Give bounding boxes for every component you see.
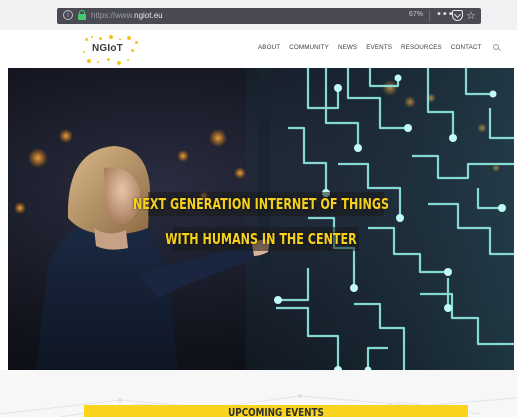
site-header: NGIoT ABOUT COMMUNITY NEWS EVENTS RESOUR…	[0, 30, 517, 68]
logo-dot	[127, 59, 129, 61]
logo-dot	[117, 61, 121, 65]
logo-dot	[91, 36, 93, 38]
pocket-icon[interactable]	[452, 10, 463, 21]
upcoming-events-title: UPCOMING EVENTS	[228, 406, 324, 417]
browser-toolbar: i https://www.ngiot.eu 67% ••• ☆	[0, 0, 517, 30]
nav-item-about[interactable]: ABOUT	[258, 44, 280, 51]
woman-figure	[36, 146, 270, 370]
logo-dot	[85, 38, 88, 41]
star-icon[interactable]: ☆	[466, 8, 476, 23]
hero-illustration	[14, 68, 514, 370]
nav-item-community[interactable]: COMMUNITY	[289, 44, 329, 51]
nav-item-contact[interactable]: CONTACT	[451, 44, 482, 51]
zoom-level[interactable]: 67%	[409, 11, 423, 18]
logo-dot	[97, 61, 99, 63]
address-bar[interactable]: i https://www.ngiot.eu 67% ••• ☆	[57, 8, 481, 24]
events-section: UPCOMING EVENTS	[0, 370, 517, 417]
lock-icon[interactable]	[77, 10, 87, 20]
nav-item-resources[interactable]: RESOURCES	[401, 44, 442, 51]
logo-dot	[99, 37, 102, 40]
upcoming-events-banner: UPCOMING EVENTS	[84, 405, 468, 417]
url-divider	[429, 10, 430, 22]
hero-headline-line1: NEXT GENERATION INTERNET OF THINGS	[132, 195, 390, 213]
url-domain: ngiot.eu	[134, 11, 163, 20]
hero-headline-line2: WITH HUMANS IN THE CENTER	[165, 230, 357, 248]
logo-dot	[131, 49, 134, 52]
url-prefix: https://www.	[91, 11, 135, 20]
main-nav: ABOUT COMMUNITY NEWS EVENTS RESOURCES CO…	[258, 44, 500, 51]
logo-dot	[127, 36, 131, 40]
logo-dot	[107, 58, 110, 61]
nav-item-news[interactable]: NEWS	[338, 44, 357, 51]
url-text[interactable]: https://www.ngiot.eu	[91, 10, 163, 22]
logo-dot	[87, 59, 91, 63]
logo-text: NGIoT	[92, 43, 123, 54]
nav-item-events[interactable]: EVENTS	[366, 44, 392, 51]
logo-dot	[109, 35, 113, 39]
logo-dot	[135, 41, 138, 44]
logo-dot	[83, 51, 85, 53]
site-logo[interactable]: NGIoT	[83, 35, 143, 65]
url-security-icons: i	[63, 10, 87, 20]
search-icon[interactable]	[492, 44, 500, 51]
hero-banner: NEXT GENERATION INTERNET OF THINGS WITH …	[8, 68, 514, 370]
page: i https://www.ngiot.eu 67% ••• ☆ NGIoT A…	[0, 0, 517, 417]
logo-dot	[119, 38, 121, 40]
info-icon[interactable]: i	[63, 10, 73, 20]
